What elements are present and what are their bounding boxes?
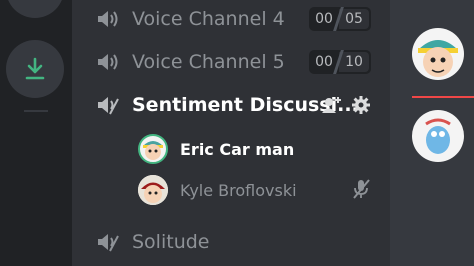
guild-icon[interactable] <box>6 0 64 18</box>
user-limit-badge: 00 10 <box>309 50 371 74</box>
download-icon <box>25 57 45 80</box>
speaker-icon <box>96 50 122 74</box>
download-apps-button[interactable] <box>6 40 64 98</box>
voice-channel-4[interactable]: Voice Channel 4 <box>96 4 285 34</box>
divider <box>412 96 474 98</box>
avatar <box>138 175 168 205</box>
channel-name: Voice Channel 4 <box>132 8 285 30</box>
voice-member[interactable]: Kyle Broflovski <box>138 173 297 207</box>
add-user-icon[interactable] <box>322 96 342 114</box>
guild-rail <box>0 0 72 266</box>
channel-list: Voice Channel 4 00 05 Voice Channel 5 00… <box>72 0 390 266</box>
voice-channel-sentiment[interactable]: Sentiment Discussi... <box>96 90 359 120</box>
avatar <box>138 134 168 164</box>
mic-muted-icon <box>353 179 370 199</box>
member-name: Kyle Broflovski <box>180 180 297 200</box>
member-panel <box>390 0 474 266</box>
channel-actions <box>322 96 370 114</box>
gear-icon[interactable] <box>352 96 370 114</box>
member-name: Eric Car man <box>180 139 295 159</box>
speaker-icon <box>96 7 122 31</box>
user-limit: 05 <box>339 9 369 29</box>
user-limit: 10 <box>339 52 369 72</box>
speaker-muted-icon <box>96 93 122 117</box>
voice-channel-solitude[interactable]: Solitude <box>96 227 209 257</box>
avatar[interactable] <box>412 28 464 80</box>
voice-channel-5[interactable]: Voice Channel 5 <box>96 47 285 77</box>
voice-member[interactable]: Eric Car man <box>138 132 294 166</box>
speaker-muted-icon <box>96 230 122 254</box>
avatar[interactable] <box>412 110 464 162</box>
user-limit-badge: 00 05 <box>309 7 371 31</box>
channel-name: Solitude <box>132 231 210 253</box>
channel-name: Voice Channel 5 <box>132 51 285 73</box>
rail-divider <box>24 110 48 112</box>
